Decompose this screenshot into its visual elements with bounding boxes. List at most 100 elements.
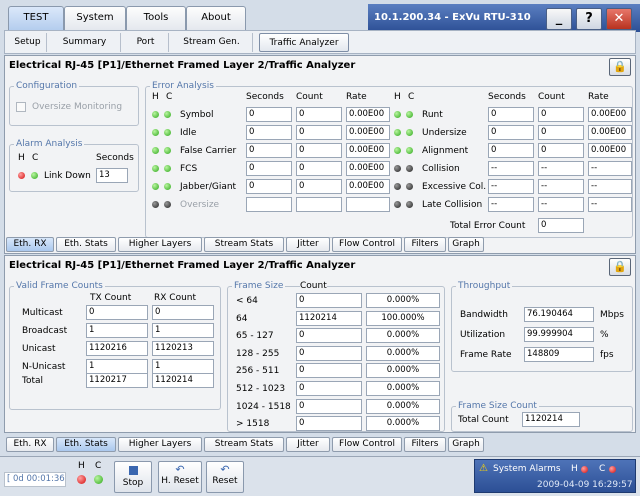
subtab-stream-gen[interactable]: Stream Gen. [171,33,253,52]
error-count: 0 [538,143,584,158]
alarm-analysis-label: Alarm Analysis [14,139,85,149]
err-seconds-header-right: Seconds [488,92,526,102]
stop-button[interactable]: Stop [114,461,152,493]
throughput-label: Throughput [456,281,513,291]
tab-jitter[interactable]: Jitter [286,237,330,252]
valid-frame-counts-label: Valid Frame Counts [14,281,105,291]
alarm-h-label: H [18,153,25,163]
error-analysis-label: Error Analysis [150,81,216,91]
error-h-led [394,201,401,208]
tab-tools[interactable]: Tools [126,6,186,30]
footer-h-led [77,475,86,484]
error-rate [346,197,390,212]
error-count [296,197,342,212]
error-h-led [152,129,159,136]
tab-eth-stats[interactable]: Eth. Stats [56,437,116,452]
sub-tab-bar: Setup Summary Port Stream Gen. Traffic A… [4,30,636,54]
tab-eth-stats[interactable]: Eth. Stats [56,237,116,252]
tab-flow-control[interactable]: Flow Control [332,237,402,252]
oversize-monitoring-checkbox[interactable] [16,102,26,112]
error-seconds: 0 [246,107,292,122]
oversize-monitoring-label: Oversize Monitoring [32,102,123,112]
elapsed-timer: [ 0d 00:01:36 ] [4,472,66,487]
error-count: 0 [296,179,342,194]
frame-size-count: 0 [296,293,362,308]
tab-system[interactable]: System [64,6,126,30]
sa-c-label: C [599,464,606,474]
frame-size-count: 1120214 [296,310,362,326]
error-seconds: 0 [488,125,534,140]
error-seconds: -- [488,179,534,194]
frame-size-count-header: Count [300,281,327,291]
tab-test[interactable]: TEST [8,6,64,30]
frame-size-range: 64 [236,313,248,324]
tab-eth-rx[interactable]: Eth. RX [6,437,54,452]
lock-icon: 🔒 [613,260,627,273]
error-c-led [406,129,413,136]
throughput-name: Bandwidth [460,310,508,320]
subtab-traffic-analyzer[interactable]: Traffic Analyzer [259,33,349,52]
subtab-port[interactable]: Port [123,33,169,52]
total-count-value: 1120214 [522,412,580,427]
vfc-row-label: Broadcast [22,326,68,336]
panel-title: Electrical RJ-45 [P1]/Ethernet Framed La… [9,60,356,71]
h-reset-button[interactable]: ↶ H. Reset [158,461,202,493]
tab-filters[interactable]: Filters [404,237,446,252]
vfc-rx-value: 0 [152,305,214,320]
subtab-summary[interactable]: Summary [49,33,121,52]
vfc-tx-value: 1120217 [86,373,148,388]
error-c-led [164,111,171,118]
close-button[interactable]: ✕ [606,8,632,30]
throughput-name: Frame Rate [460,350,512,360]
stop-icon [128,466,138,475]
tab-stream-stats[interactable]: Stream Stats [204,437,284,452]
minimize-button[interactable]: _ [546,8,572,30]
alarm-analysis-group: Alarm Analysis H C Seconds Link Down 13 [9,139,139,192]
system-alarms-panel[interactable]: ⚠ System Alarms H C 2009-04-09 16:29:57 [474,459,636,493]
frame-size-count-group: Frame Size Count Total Count 1120214 [451,401,633,432]
tab-eth-rx[interactable]: Eth. RX [6,237,54,252]
error-seconds: 0 [246,179,292,194]
error-h-led [394,165,401,172]
vfc-tx-value: 1 [86,323,148,338]
error-name: Jabber/Giant [180,182,237,192]
subtab-setup[interactable]: Setup [9,33,47,52]
vfc-tx-value: 1120216 [86,341,148,356]
error-name: Collision [422,164,460,174]
vfc-rx-value: 1 [152,359,214,374]
throughput-value: 76.190464 [524,307,594,322]
tab-higher-layers[interactable]: Higher Layers [118,237,202,252]
tab-graph[interactable]: Graph [448,237,484,252]
tab-stream-stats[interactable]: Stream Stats [204,237,284,252]
tab-higher-layers[interactable]: Higher Layers [118,437,202,452]
tab-jitter[interactable]: Jitter [286,437,330,452]
frame-size-count: 0 [296,345,362,361]
error-count: 0 [538,107,584,122]
error-name: FCS [180,164,198,174]
help-button[interactable]: ? [576,8,602,30]
frame-size-range: > 1518 [236,419,270,430]
error-h-led [152,165,159,172]
tab-graph[interactable]: Graph [448,437,484,452]
tab-flow-control[interactable]: Flow Control [332,437,402,452]
error-count: 0 [296,161,342,176]
frame-size-percent: 0.000% [366,293,440,308]
frame-size-range: 1024 - 1518 [236,401,291,412]
vfc-tx-value: 0 [86,305,148,320]
error-c-led [164,165,171,172]
tab-about[interactable]: About [186,6,246,30]
vfc-row-label: Total [22,376,44,386]
rx-count-header: RX Count [154,293,197,303]
error-count: -- [538,197,584,212]
sa-h-led [581,466,588,473]
tab-filters[interactable]: Filters [404,437,446,452]
throughput-name: Utilization [460,330,506,340]
frame-size-percent: 0.000% [366,381,440,396]
lock-button-2[interactable]: 🔒 [609,258,631,276]
reset-button[interactable]: ↶ Reset [206,461,244,493]
link-down-seconds: 13 [96,168,128,183]
frame-size-range: 128 - 255 [236,348,280,359]
error-count: 0 [538,125,584,140]
lock-button[interactable]: 🔒 [609,58,631,76]
frame-size-count: 0 [296,363,362,379]
